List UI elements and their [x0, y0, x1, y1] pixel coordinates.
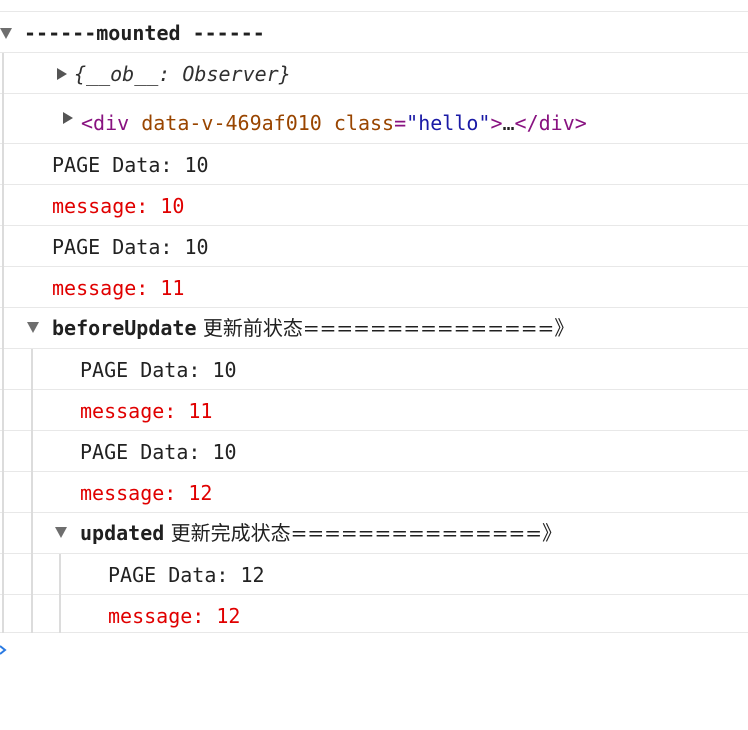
console-element-row[interactable]: <div data-v-469af010 class="hello">…</di… [0, 94, 748, 144]
log-message: message: 10 [52, 194, 185, 218]
console-group-header-before-update[interactable]: beforeUpdate 更新前状态===============》 [0, 308, 748, 349]
console-log-row: PAGE Data: 10 [0, 349, 748, 390]
open-tag: <div [81, 111, 130, 135]
group-suffix: 更新前状态===============》 [196, 316, 575, 340]
log-message: message: 11 [80, 399, 213, 423]
element-node[interactable]: <div data-v-469af010 class="hello">…</di… [81, 94, 587, 144]
console-log-row: PAGE Data: 10 [0, 431, 748, 472]
observer-object[interactable]: {__ob__: Observer} [74, 53, 291, 93]
console-log-row: PAGE Data: 12 [0, 554, 748, 595]
console-prompt-chevron-icon[interactable] [0, 645, 8, 655]
log-message: PAGE Data: 10 [80, 358, 237, 382]
log-message: message: 12 [80, 481, 213, 505]
attr-name: data-v-469af010 [141, 111, 322, 135]
collapsed-triangle-icon[interactable] [57, 68, 67, 80]
console-log-row: message: 12 [0, 472, 748, 513]
expand-triangle-icon[interactable] [55, 527, 67, 538]
collapsed-triangle-icon[interactable] [63, 112, 73, 124]
log-message: PAGE Data: 12 [108, 563, 265, 587]
console-log-row: message: 12 [0, 595, 748, 633]
log-message: PAGE Data: 10 [52, 153, 209, 177]
log-message: message: 12 [108, 604, 241, 628]
attr-value: "hello" [406, 111, 491, 135]
console-log-row: message: 11 [0, 390, 748, 431]
group-label: updated [80, 521, 165, 545]
tag-close-bracket: > [490, 111, 503, 135]
console-log-row: PAGE Data: 10 [0, 226, 748, 267]
console-panel: ------mounted ------ {__ob__: Observer} … [0, 0, 748, 730]
console-log-row: PAGE Data: 10 [0, 144, 748, 185]
group-suffix: 更新完成状态===============》 [164, 521, 563, 545]
console-group-header-mounted[interactable]: ------mounted ------ [0, 12, 748, 53]
group-indent-guide [2, 53, 4, 633]
console-log-row: message: 11 [0, 267, 748, 308]
group-label: ------mounted ------ [24, 21, 265, 45]
close-tag: </div> [514, 111, 587, 135]
group-title: beforeUpdate 更新前状态===============》 [52, 308, 574, 348]
expand-triangle-icon[interactable] [27, 322, 39, 333]
log-message: PAGE Data: 10 [52, 235, 209, 259]
expand-triangle-icon[interactable] [0, 28, 12, 39]
log-message: message: 11 [52, 276, 185, 300]
console-log-row: message: 10 [0, 185, 748, 226]
group-title: updated 更新完成状态===============》 [80, 513, 562, 553]
group-indent-guide [31, 349, 33, 633]
group-indent-guide [59, 554, 61, 633]
log-message: PAGE Data: 10 [80, 440, 237, 464]
console-group-header-updated[interactable]: updated 更新完成状态===============》 [0, 513, 748, 554]
console-object-row[interactable]: {__ob__: Observer} [0, 53, 748, 94]
attr-name: class [333, 111, 395, 135]
collapsed-ellipsis: … [502, 111, 515, 135]
group-label: beforeUpdate [52, 316, 197, 340]
attr-equals: = [394, 111, 407, 135]
